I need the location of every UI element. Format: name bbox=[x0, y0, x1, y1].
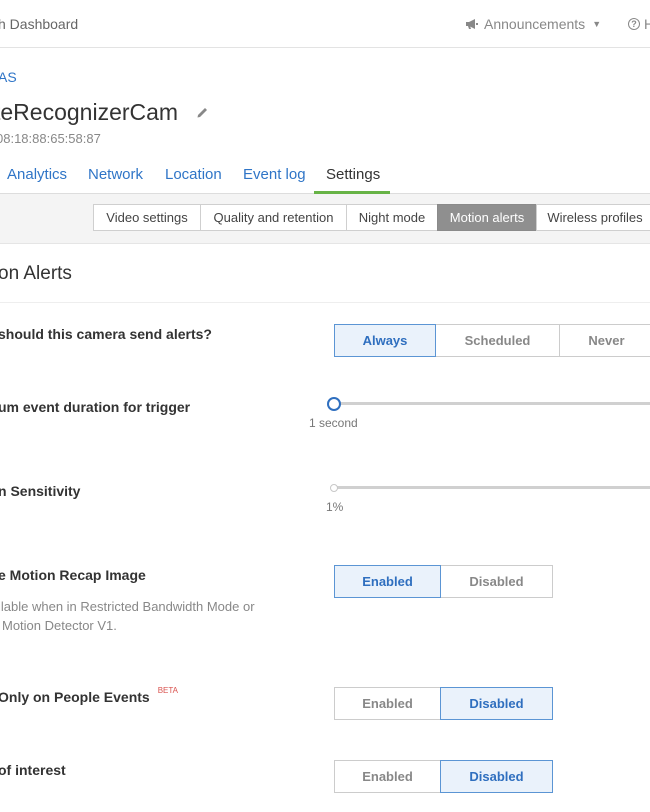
people-events-label: Only on People Events BETA bbox=[0, 686, 179, 705]
interest-disabled-button[interactable]: Disabled bbox=[440, 760, 553, 793]
motion-recap-desc-2: Motion Detector V1. bbox=[2, 618, 117, 633]
announcements-label: Announcements bbox=[484, 16, 586, 32]
subtab-motion-alerts[interactable]: Motion alerts bbox=[437, 204, 537, 231]
people-disabled-button[interactable]: Disabled bbox=[440, 687, 553, 720]
tab-settings[interactable]: Settings bbox=[326, 166, 380, 183]
megaphone-icon bbox=[466, 19, 478, 29]
section-title: on Alerts bbox=[0, 263, 72, 284]
divider bbox=[0, 302, 650, 303]
sensitivity-slider-handle[interactable] bbox=[330, 484, 338, 492]
duration-value: 1 second bbox=[309, 416, 358, 430]
scheduled-button[interactable]: Scheduled bbox=[435, 324, 560, 357]
never-button[interactable]: Never bbox=[559, 324, 650, 357]
subtab-quality-retention[interactable]: Quality and retention bbox=[200, 204, 347, 231]
duration-slider-track[interactable] bbox=[334, 402, 650, 405]
motion-recap-label: e Motion Recap Image bbox=[0, 567, 146, 583]
recap-enabled-button[interactable]: Enabled bbox=[334, 565, 441, 598]
announcements-menu[interactable]: Announcements ▼ bbox=[465, 16, 601, 32]
alert-schedule-label: should this camera send alerts? bbox=[0, 326, 212, 342]
dashboard-title[interactable]: h Dashboard bbox=[0, 16, 78, 32]
help-label: H bbox=[644, 16, 650, 32]
main-tabs: Analytics Network Location Event log Set… bbox=[0, 160, 650, 194]
question-icon: ? bbox=[628, 18, 640, 30]
tab-location[interactable]: Location bbox=[165, 166, 222, 183]
always-button[interactable]: Always bbox=[334, 324, 436, 357]
breadcrumb[interactable]: AS bbox=[0, 69, 17, 85]
pencil-icon[interactable] bbox=[196, 106, 209, 119]
tab-analytics[interactable]: Analytics bbox=[7, 166, 67, 183]
subtab-wireless-profiles[interactable]: Wireless profiles bbox=[536, 204, 650, 231]
beta-badge: BETA bbox=[157, 686, 179, 695]
subtab-video-settings[interactable]: Video settings bbox=[93, 204, 201, 231]
camera-mac: 08:18:88:65:58:87 bbox=[0, 131, 101, 146]
people-enabled-button[interactable]: Enabled bbox=[334, 687, 441, 720]
people-events-text: Only on People Events bbox=[0, 689, 150, 705]
areas-of-interest-label: of interest bbox=[0, 762, 66, 778]
tab-network[interactable]: Network bbox=[88, 166, 143, 183]
help-menu[interactable]: ? H bbox=[628, 16, 650, 32]
tab-event-log[interactable]: Event log bbox=[243, 166, 306, 183]
duration-slider-handle[interactable] bbox=[327, 397, 341, 411]
camera-name: teRecognizerCam bbox=[0, 99, 179, 125]
recap-disabled-button[interactable]: Disabled bbox=[440, 565, 553, 598]
duration-label: um event duration for trigger bbox=[0, 399, 191, 415]
motion-recap-desc-1: ilable when in Restricted Bandwidth Mode… bbox=[0, 599, 255, 614]
sensitivity-label: n Sensitivity bbox=[0, 483, 81, 499]
top-bar: h Dashboard Announcements ▼ ? H bbox=[0, 0, 650, 48]
sensitivity-slider-track[interactable] bbox=[334, 486, 650, 489]
interest-enabled-button[interactable]: Enabled bbox=[334, 760, 441, 793]
settings-subtabs: Video settings Quality and retention Nig… bbox=[0, 194, 650, 244]
chevron-down-icon: ▼ bbox=[592, 19, 602, 29]
sensitivity-value: 1% bbox=[326, 500, 344, 514]
subtab-night-mode[interactable]: Night mode bbox=[346, 204, 438, 231]
